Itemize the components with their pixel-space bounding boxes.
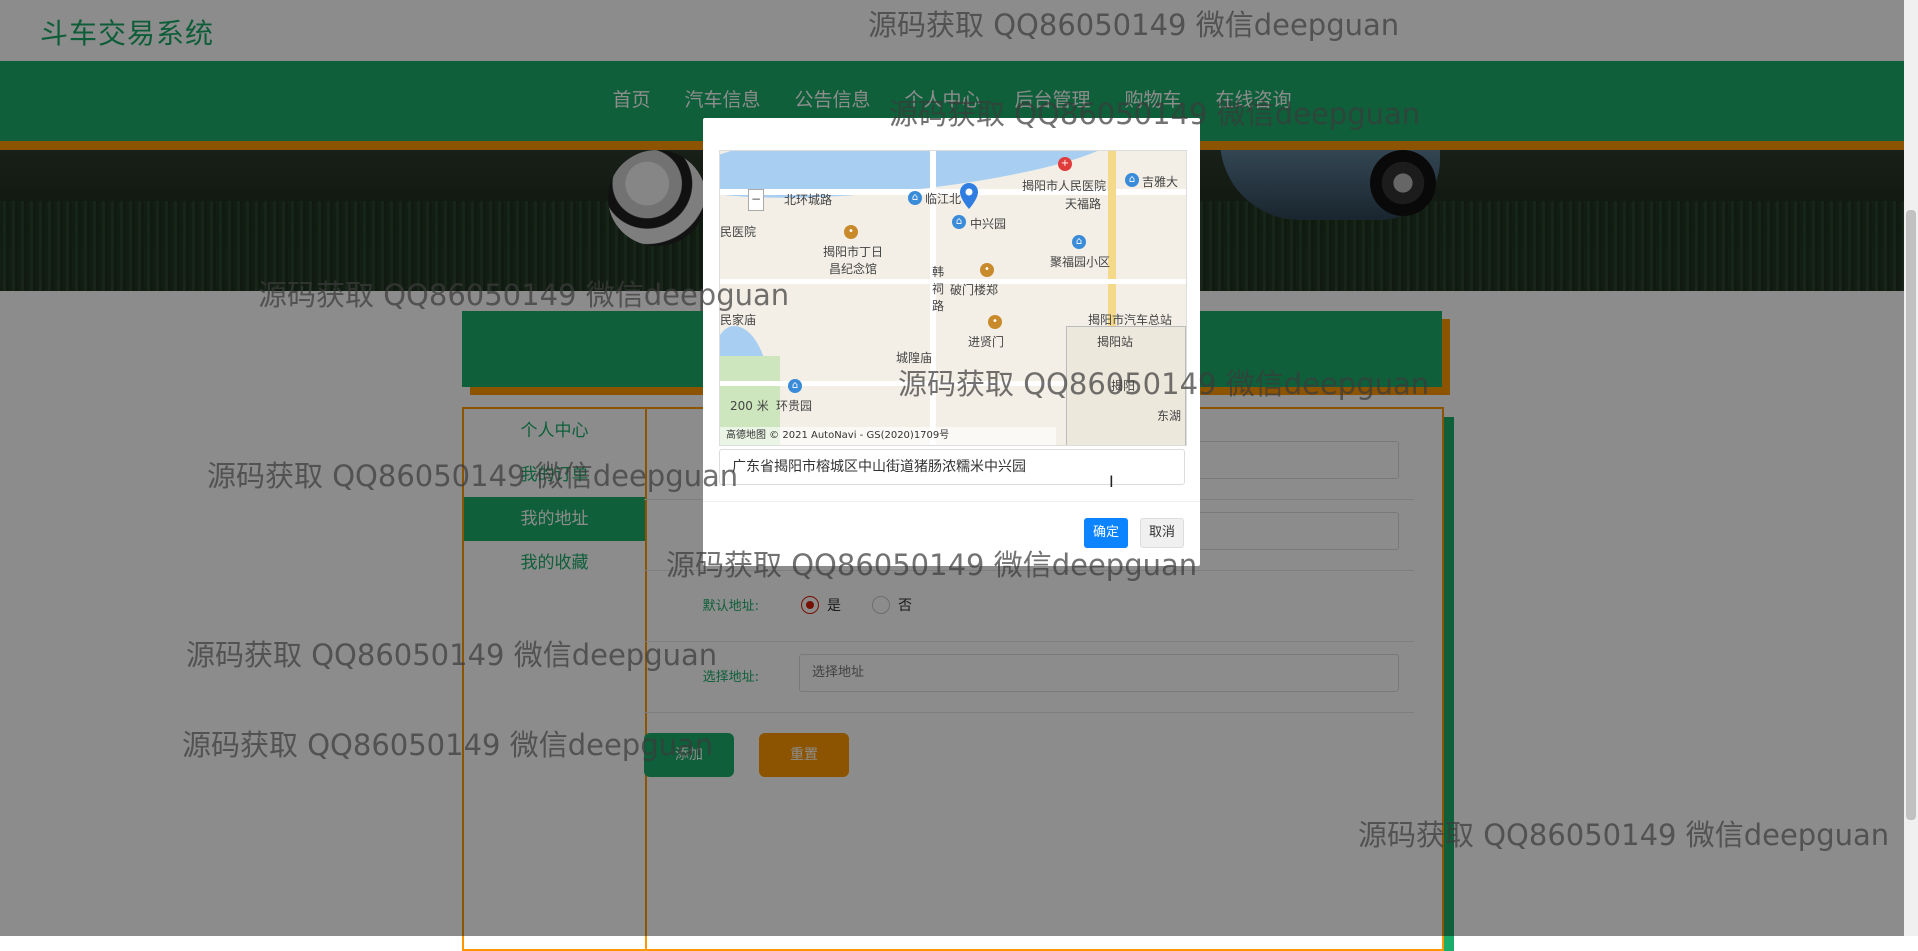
address-text-field[interactable]: 广东省揭阳市榕城区中山街道猪肠浓糯米中兴园 [719,449,1185,485]
poi-icon: • [844,225,858,239]
map-label: 北环城路 [784,193,833,207]
watermark-text: 源码获取 QQ86050149 微信deepguan [182,728,714,762]
hospital-icon: + [1058,157,1072,171]
watermark-text: 源码获取 QQ86050149 微信deepguan [258,278,790,312]
poi-icon: ⌂ [1125,173,1139,187]
map-label: 揭阳市丁日昌纪念馆 [822,245,883,276]
poi-icon: ⌂ [908,191,922,205]
poi-icon: ⌂ [952,215,966,229]
map-label: 中兴园 [970,217,1007,231]
scrollbar-thumb[interactable] [1906,210,1916,820]
map-label: 揭阳站 [1097,335,1134,349]
poi-icon: ⌂ [1072,235,1086,249]
map-label: 环贵园 [776,399,813,413]
location-marker-icon[interactable] [960,183,978,209]
poi-icon: • [980,263,994,277]
text-cursor-icon: I [1109,472,1114,491]
map-attribution: 高德地图 © 2021 AutoNavi - GS(2020)1709号 [720,427,1056,445]
map-label: 进贤门 [968,335,1005,349]
page-scrollbar[interactable] [1904,0,1918,936]
watermark-text: 源码获取 QQ86050149 微信deepguan [666,548,1198,582]
map-label: 聚福园小区 [1050,255,1111,269]
zoom-out-button[interactable]: − [748,189,764,211]
map-label: 揭阳市人民医院 [1022,179,1107,193]
poi-icon: • [988,315,1002,329]
map-label: 韩祠路 [932,265,945,313]
map-scale-label: 200 米 [730,399,769,413]
map-label: 吉雅大 [1142,175,1179,189]
poi-icon: ⌂ [788,379,802,393]
map-label: 破门楼郑 [950,283,999,297]
watermark-text: 源码获取 QQ86050149 微信deepguan [186,638,718,672]
watermark-text: 源码获取 QQ86050149 微信deepguan [898,367,1430,401]
map-label: 天福路 [1065,197,1102,211]
map-label: 民医院 [720,225,757,239]
map-dialog: − 北环城路 ⌂ 临江北 + 揭阳市人民医院 天福路 ⌂ 吉雅大 民医院 • 揭… [703,118,1200,566]
watermark-text: 源码获取 QQ86050149 微信deepguan [1358,818,1890,852]
watermark-text: 源码获取 QQ86050149 微信deepguan [889,97,1421,131]
map-label: 临江北 [925,192,962,206]
map-label: 东湖 [1157,409,1182,423]
dialog-divider [703,501,1200,502]
watermark-text: 源码获取 QQ86050149 微信deepguan [207,459,739,493]
watermark-text: 源码获取 QQ86050149 微信deepguan [868,8,1400,42]
